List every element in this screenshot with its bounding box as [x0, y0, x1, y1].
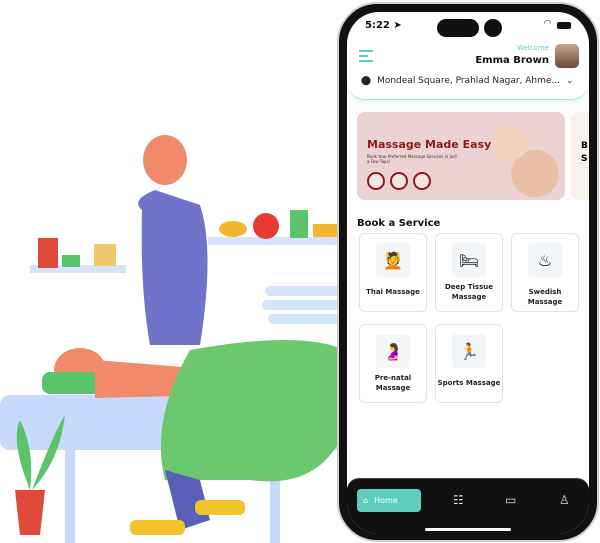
nav-home-label: Home	[374, 496, 398, 505]
menu-icon[interactable]	[359, 50, 373, 62]
home-indicator	[425, 528, 511, 531]
promo-banner-next[interactable]: B S	[571, 112, 589, 200]
service-label: Pre-natal Massage	[374, 374, 412, 392]
service-label: Thai Massage	[366, 288, 420, 296]
sports-massage-icon: 🏃	[452, 334, 486, 368]
banner-thumbnails	[367, 172, 431, 190]
location-arrow-icon: ➤	[389, 20, 402, 31]
app-header: 5:22 ➤ ◠ Welcome Emma Brown ⬤ Mondeal Sq…	[347, 12, 589, 100]
service-label: Deep Tissue Massage	[445, 283, 493, 301]
bottom-nav: ⌂ Home ☷ ▭ ♙	[347, 478, 589, 534]
service-card-thai[interactable]: 💆 Thai Massage	[359, 233, 427, 312]
status-time: 5:22	[365, 20, 390, 31]
section-title: Book a Service	[357, 218, 441, 229]
user-name: Emma Brown	[475, 55, 549, 66]
service-card-swedish[interactable]: ♨ Swedish Massage	[511, 233, 579, 312]
service-card-sports[interactable]: 🏃 Sports Massage	[435, 324, 503, 403]
home-icon: ⌂	[363, 496, 369, 505]
banner-title: Massage Made Easy	[367, 138, 492, 151]
avatar[interactable]	[555, 44, 579, 68]
phone-frame: 5:22 ➤ ◠ Welcome Emma Brown ⬤ Mondeal Sq…	[337, 2, 599, 542]
dynamic-island	[437, 19, 479, 37]
deep-tissue-icon: 🛏	[452, 243, 486, 277]
banner-next-title: B S	[581, 141, 588, 164]
welcome-label: Welcome	[516, 44, 549, 52]
service-card-deep-tissue[interactable]: 🛏 Deep Tissue Massage	[435, 233, 503, 312]
banner-image	[465, 112, 565, 200]
nav-home[interactable]: ⌂ Home	[357, 489, 421, 512]
service-label: Swedish Massage	[527, 288, 563, 306]
nav-wallet-icon[interactable]: ▭	[505, 493, 516, 507]
camera	[484, 19, 502, 37]
location-selector[interactable]: ⬤ Mondeal Square, Prahlad Nagar, Ahme...…	[361, 76, 574, 86]
banner-subtitle: Book Your Preferred Massage Services in …	[367, 154, 457, 164]
map-pin-icon: ⬤	[361, 76, 372, 86]
wifi-icon: ◠	[544, 19, 551, 29]
thai-massage-icon: 💆	[376, 243, 410, 277]
promo-banner[interactable]: Massage Made Easy Book Your Preferred Ma…	[357, 112, 565, 200]
app-screen: 5:22 ➤ ◠ Welcome Emma Brown ⬤ Mondeal Sq…	[347, 12, 589, 534]
nav-bookings-checklist-icon[interactable]: ☷	[453, 493, 464, 507]
service-label: Sports Massage	[437, 379, 501, 387]
massage-illustration	[0, 135, 345, 543]
battery-icon	[557, 22, 571, 29]
location-text: Mondeal Square, Prahlad Nagar, Ahme...	[377, 76, 561, 86]
service-card-prenatal[interactable]: 🤰 Pre-natal Massage	[359, 324, 427, 403]
chevron-down-icon: ⌄	[566, 76, 574, 86]
prenatal-massage-icon: 🤰	[376, 334, 410, 368]
swedish-massage-icon: ♨	[528, 243, 562, 277]
nav-profile-icon[interactable]: ♙	[559, 493, 570, 507]
